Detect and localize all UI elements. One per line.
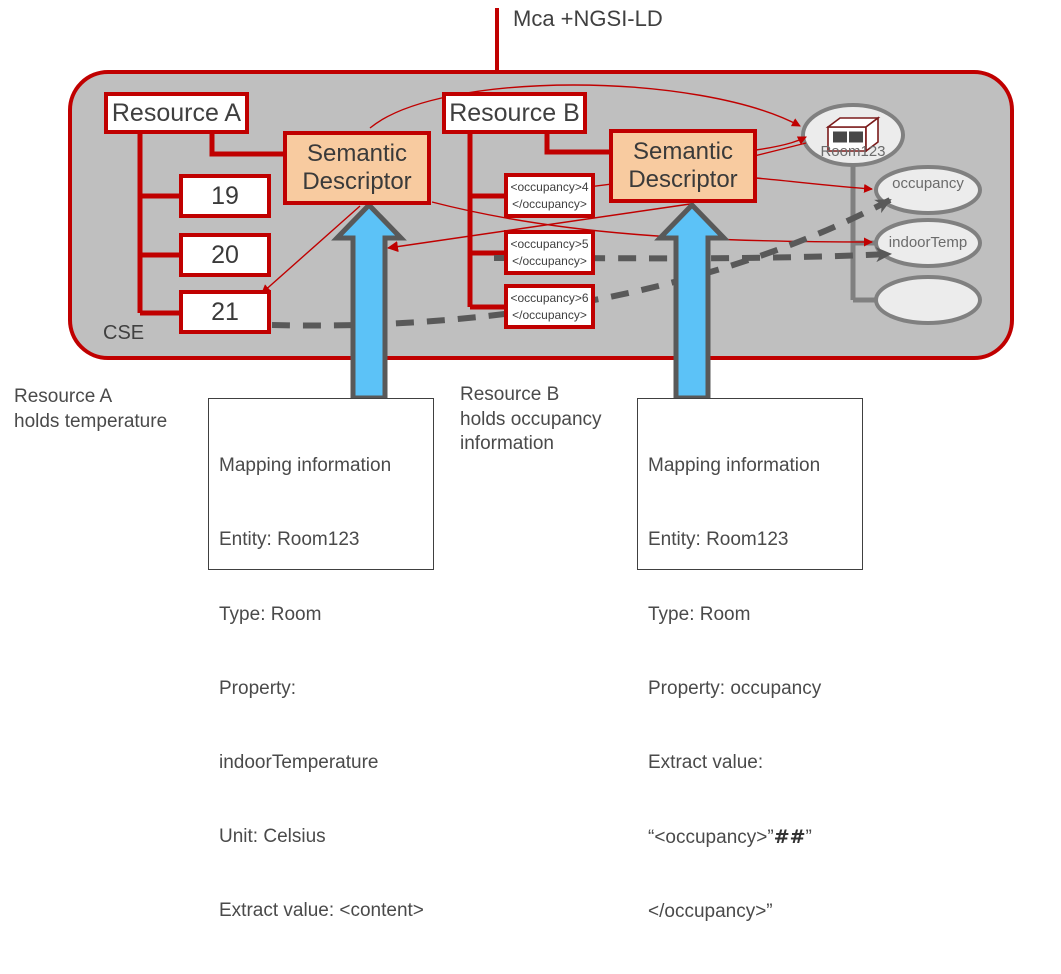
resource-b-value-2[interactable]: <occupancy>6 </occupancy> xyxy=(504,284,595,329)
mapping-info-box-a: Mapping information Entity: Room123 Type… xyxy=(208,398,434,921)
mapping-info-box-b: Mapping information Entity: Room123 Type… xyxy=(637,398,863,922)
property-node-empty xyxy=(874,275,982,325)
mapping-b-extract-label: Extract value: xyxy=(648,751,764,773)
occ-line-2: </occupancy> xyxy=(512,307,587,322)
mapping-b-extract-quote: ” xyxy=(805,826,812,848)
property-label-occupancy: occupancy xyxy=(892,175,964,192)
resource-a-box[interactable]: Resource A xyxy=(104,92,249,134)
mca-label: Mca +NGSI-LD xyxy=(513,6,663,31)
mapping-b-type: Type: Room xyxy=(648,603,751,625)
mapping-b-entity: Entity: Room123 xyxy=(648,529,789,551)
resource-a-value-1[interactable]: 20 xyxy=(179,233,271,277)
mapping-b-extract-suffix: </occupancy>” xyxy=(648,900,773,922)
value-text: 19 xyxy=(211,181,239,210)
sd-a-line-2: Descriptor xyxy=(302,168,412,195)
resource-b-title: Resource B xyxy=(449,98,580,127)
value-text: 21 xyxy=(211,297,239,326)
mapping-a-unit: Unit: Celsius xyxy=(219,825,326,847)
mapping-a-property-label: Property: xyxy=(219,677,297,699)
resource-b-box[interactable]: Resource B xyxy=(442,92,587,134)
sd-b-line-2: Descriptor xyxy=(628,166,738,193)
mapping-b-extract-prefix: “<occupancy>” xyxy=(648,826,774,848)
mapping-b-extract-hash: ## xyxy=(773,825,806,848)
occ-line-2: </occupancy> xyxy=(512,196,587,211)
resource-a-value-0[interactable]: 19 xyxy=(179,174,271,218)
cse-label: CSE xyxy=(103,322,145,344)
mapping-b-property: Property: occupancy xyxy=(648,677,822,699)
caption-resource-a: Resource A holds temperature xyxy=(14,386,168,432)
resource-b-value-1[interactable]: <occupancy>5 </occupancy> xyxy=(504,230,595,275)
semantic-descriptor-b[interactable]: Semantic Descriptor xyxy=(609,129,757,203)
resource-a-value-2[interactable]: 21 xyxy=(179,290,271,334)
occ-line-1: <occupancy>5 xyxy=(510,237,589,252)
mapping-a-title: Mapping information xyxy=(219,455,392,477)
mapping-a-type: Type: Room xyxy=(219,603,322,625)
caption-resource-b: Resource B holds occupancy information xyxy=(460,384,602,455)
sd-a-line-1: Semantic xyxy=(306,140,408,168)
mapping-a-entity: Entity: Room123 xyxy=(219,529,360,551)
occ-line-1: <occupancy>4 xyxy=(510,180,589,195)
sd-b-line-1: Semantic xyxy=(632,138,734,166)
property-label-indoortemp: indoorTemp xyxy=(888,234,968,251)
semantic-descriptor-a[interactable]: Semantic Descriptor xyxy=(283,131,431,205)
resource-a-title: Resource A xyxy=(111,98,242,127)
mapping-b-extract-value: “<occupancy>”##” xyxy=(648,825,854,851)
occ-line-1: <occupancy>6 xyxy=(510,291,589,306)
mapping-a-property-value: indoorTemperature xyxy=(219,751,379,773)
mapping-b-title: Mapping information xyxy=(648,455,821,477)
entity-label: Room123 xyxy=(820,143,886,160)
value-text: 20 xyxy=(211,240,239,269)
occ-line-2: </occupancy> xyxy=(512,253,587,268)
resource-b-value-0[interactable]: <occupancy>4 </occupancy> xyxy=(504,173,595,218)
diagram-canvas: Mca +NGSI-LD CSE Resource A 19 20 21 Sem… xyxy=(0,0,1061,922)
mapping-a-extract: Extract value: <content> xyxy=(219,899,424,921)
